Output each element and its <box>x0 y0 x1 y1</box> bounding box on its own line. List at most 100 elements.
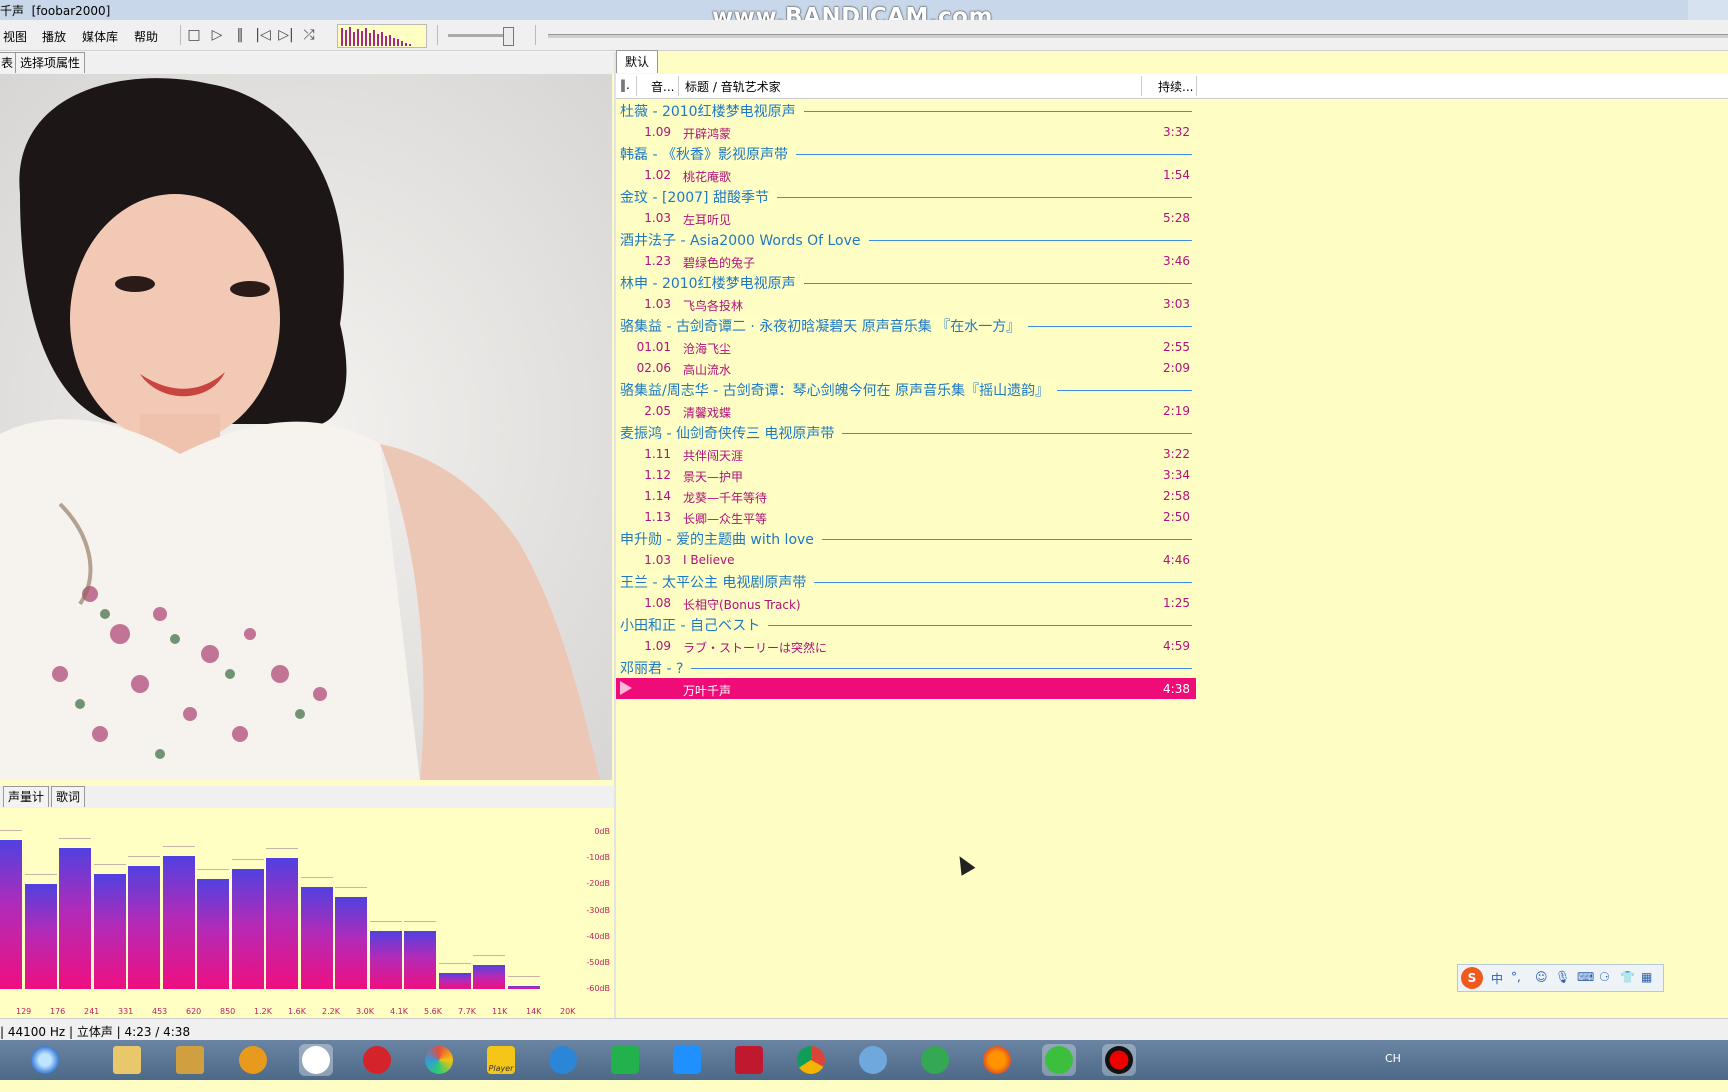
playlist-group-header[interactable]: 酒井法子 - Asia2000 Words Of Love <box>616 228 1196 250</box>
window-controls[interactable] <box>1688 0 1728 20</box>
playlist-row[interactable]: 1.09 ラブ・ストーリーは突然に 4:59 <box>616 635 1196 656</box>
playlist-row[interactable]: 1.12 景天—护甲 3:34 <box>616 464 1196 485</box>
stop-icon[interactable]: □ <box>185 26 203 44</box>
group-title: 韩磊 - 《秋香》影视原声带 <box>620 144 796 164</box>
group-title: 邓丽君 - ? <box>620 658 692 678</box>
spectrum-peak-marker <box>93 863 126 865</box>
playlist-group-header[interactable]: 杜薇 - 2010红楼梦电视原声 <box>616 99 1196 121</box>
previous-icon[interactable]: |◁ <box>254 26 272 44</box>
playlist-row[interactable]: 1.23 碧绿色的兔子 3:46 <box>616 250 1196 271</box>
sogou-icon[interactable]: S <box>1461 967 1483 989</box>
playlist-group-header[interactable]: 麦振鸿 - 仙剑奇侠传三 电视原声带 <box>616 421 1196 443</box>
playlist-group-header[interactable]: 林申 - 2010红楼梦电视原声 <box>616 271 1196 293</box>
playlist-group-header[interactable]: 骆集益 - 古剑奇谭二 · 永夜初晗凝碧天 原声音乐集 『在水一方』 <box>616 314 1196 336</box>
punctuation-icon[interactable]: °, <box>1511 970 1521 984</box>
playlist-row[interactable]: 2.05 清馨戏蝶 2:19 <box>616 400 1196 421</box>
foobar2000-taskbar-icon[interactable] <box>299 1044 333 1076</box>
app-one-icon[interactable] <box>546 1044 580 1076</box>
playlist-row[interactable]: 1.03 飞鸟各投林 3:03 <box>616 293 1196 314</box>
frequency-label: 7.7K <box>458 1007 476 1016</box>
menu-view[interactable]: 视图 <box>3 28 27 45</box>
bandicam-record-icon[interactable] <box>1102 1044 1136 1076</box>
menu-help[interactable]: 帮助 <box>134 28 158 45</box>
ime-toolbar[interactable]: S 中 °, ☺ 🎙 ⌨ ⚆ 👕 ▦ <box>1457 964 1664 992</box>
track-title: I Believe <box>683 553 735 567</box>
playlist-row[interactable]: 02.06 高山流水 2:09 <box>616 357 1196 378</box>
file-explorer-icon[interactable] <box>110 1044 144 1076</box>
playlist-row[interactable]: 1.08 长相守(Bonus Track) 1:25 <box>616 592 1196 613</box>
track-number: 1.03 <box>644 553 671 567</box>
playlist-group-header[interactable]: 韩磊 - 《秋香》影视原声带 <box>616 142 1196 164</box>
playlist-row-now-playing[interactable]: 万叶千声 4:38 <box>616 678 1196 699</box>
column-title-artist[interactable]: 标题 / 音轨艺术家 <box>685 78 781 95</box>
column-duration[interactable]: 持续... <box>1158 78 1193 95</box>
menu-playback[interactable]: 播放 <box>42 28 66 45</box>
track-title: 清馨戏蝶 <box>683 406 732 420</box>
iqiyi-icon[interactable] <box>608 1044 642 1076</box>
volume-slider-thumb[interactable] <box>503 27 514 46</box>
seek-bar[interactable] <box>548 34 1728 38</box>
video-player-icon[interactable] <box>173 1044 207 1076</box>
emoji-icon[interactable]: ☺ <box>1535 970 1548 984</box>
playlist-group-header[interactable]: 金玟 - [2007] 甜酸季节 <box>616 185 1196 207</box>
track-duration: 4:46 <box>1163 553 1190 567</box>
ime-lang-label[interactable]: 中 <box>1491 970 1503 987</box>
playlist-group-header[interactable]: 小田和正 - 自己ベスト <box>616 613 1196 635</box>
track-title: 沧海飞尘 <box>683 342 732 356</box>
playlist-group-header[interactable]: 骆集益/周志华 - 古剑奇谭：琴心剑魄今何在 原声音乐集『摇山遗韵』 <box>616 378 1196 400</box>
random-icon[interactable]: ⤮ <box>300 26 318 44</box>
track-duration: 2:09 <box>1163 361 1190 375</box>
playlist-row[interactable]: 1.03 左耳听见 5:28 <box>616 207 1196 228</box>
playlist-tab-default[interactable]: 默认 <box>616 50 659 73</box>
playlist-row[interactable]: 1.11 共伴闯天涯 3:22 <box>616 443 1196 464</box>
pause-icon[interactable]: ‖ <box>231 26 249 44</box>
input-language-indicator[interactable]: CH <box>1385 1052 1401 1065</box>
playlist-row[interactable]: 1.03 I Believe 4:46 <box>616 549 1196 570</box>
tab-lyrics[interactable]: 歌词 <box>51 786 86 807</box>
skin-icon[interactable]: ⚆ <box>1599 970 1610 984</box>
db-scale-label: -50dB <box>586 957 610 967</box>
chrome-icon[interactable] <box>794 1044 828 1076</box>
playlist-group-header[interactable]: 邓丽君 - ? <box>616 656 1196 678</box>
play-icon[interactable]: ▷ <box>208 26 226 44</box>
green-app-icon[interactable] <box>1042 1044 1076 1076</box>
app-icon[interactable] <box>422 1044 456 1076</box>
firefox-icon[interactable] <box>980 1044 1014 1076</box>
shirt-icon[interactable]: 👕 <box>1620 970 1635 984</box>
playlist-row[interactable]: 1.14 龙葵—千年等待 2:58 <box>616 485 1196 506</box>
youku-icon[interactable] <box>670 1044 704 1076</box>
track-duration: 5:28 <box>1163 211 1190 225</box>
keyboard-icon[interactable]: ⌨ <box>1577 970 1594 984</box>
headphones-icon[interactable] <box>236 1044 270 1076</box>
playlist-group-header[interactable]: 王兰 - 太平公主 电视剧原声带 <box>616 570 1196 592</box>
column-track-no[interactable]: 音... <box>651 78 674 95</box>
playlist-row[interactable]: 1.13 长卿—众生平等 2:50 <box>616 506 1196 527</box>
grid-menu-icon[interactable]: ▦ <box>1641 970 1652 984</box>
track-duration: 3:34 <box>1163 468 1190 482</box>
playlist-group-header[interactable]: 申升勋 - 爱的主题曲 with love <box>616 527 1196 549</box>
flash-icon[interactable] <box>732 1044 766 1076</box>
spectrum-bar <box>59 847 91 989</box>
next-icon[interactable]: ▷| <box>277 26 295 44</box>
netease-music-icon[interactable] <box>360 1044 394 1076</box>
tab-meter[interactable]: 声量计 <box>3 786 50 807</box>
track-number: 01.01 <box>636 340 671 354</box>
microphone-icon[interactable]: 🎙 <box>1555 970 1570 984</box>
title-bar: 千声 [foobar2000] www.BANDICAM.com <box>0 0 1728 30</box>
track-title: 碧绿色的兔子 <box>683 256 756 270</box>
frequency-label: 850 <box>220 1007 236 1016</box>
track-duration: 2:50 <box>1163 510 1190 524</box>
bird-app-icon[interactable] <box>856 1044 890 1076</box>
play-store-icon[interactable] <box>918 1044 952 1076</box>
playlist-row[interactable]: 1.02 桃花庵歌 1:54 <box>616 164 1196 185</box>
tab-selection-properties[interactable]: 选择项属性 <box>15 52 86 73</box>
spectrum-bar <box>266 858 298 989</box>
player-icon[interactable]: Player <box>484 1044 518 1076</box>
search-icon[interactable] <box>28 1044 62 1076</box>
frequency-label: 2.2K <box>322 1007 340 1016</box>
playlist-row[interactable]: 1.09 开辟鸿蒙 3:32 <box>616 121 1196 142</box>
playlist-row[interactable]: 01.01 沧海飞尘 2:55 <box>616 336 1196 357</box>
menu-library[interactable]: 媒体库 <box>82 28 118 45</box>
track-duration: 3:32 <box>1163 125 1190 139</box>
column-playing[interactable]: ‖. <box>620 78 630 92</box>
